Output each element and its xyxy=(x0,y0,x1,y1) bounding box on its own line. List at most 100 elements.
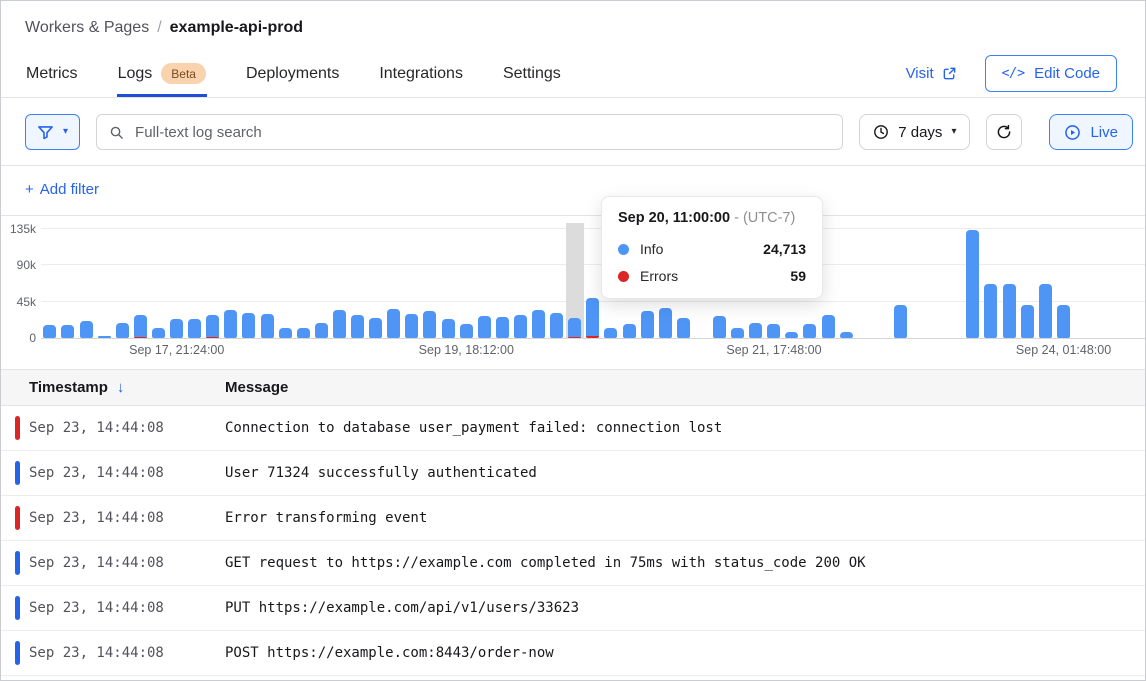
breadcrumb-separator: / xyxy=(157,19,161,37)
chart-bar[interactable] xyxy=(206,315,219,338)
chart-bar[interactable] xyxy=(351,315,364,338)
chart-bar[interactable] xyxy=(623,324,636,338)
chart-bar[interactable] xyxy=(1057,305,1070,338)
tooltip-timestamp: Sep 20, 11:00:00 xyxy=(618,210,730,226)
tab-deployments[interactable]: Deployments xyxy=(245,50,340,97)
log-timestamp: Sep 23, 14:44:08 xyxy=(29,420,225,436)
log-table-row[interactable]: Sep 23, 14:44:08PUT https://example.com/… xyxy=(1,586,1145,631)
breadcrumb-section[interactable]: Workers & Pages xyxy=(25,19,149,37)
tab-metrics[interactable]: Metrics xyxy=(25,50,79,97)
chart-bar[interactable] xyxy=(61,325,74,338)
chart-bar[interactable] xyxy=(460,324,473,338)
chart-bar-error-segment xyxy=(134,337,147,339)
beta-badge: Beta xyxy=(161,63,206,84)
chevron-down-icon: ▾ xyxy=(951,127,956,137)
chart-bar[interactable] xyxy=(333,310,346,338)
sort-descending-icon[interactable]: ↓ xyxy=(117,379,125,396)
visit-link[interactable]: Visit xyxy=(906,65,957,82)
filter-menu-button[interactable]: ▾ xyxy=(25,114,80,150)
chart-bar[interactable] xyxy=(43,325,56,338)
chart-bar[interactable] xyxy=(966,230,979,338)
chart-bar[interactable] xyxy=(731,328,744,338)
chart-bar[interactable] xyxy=(586,298,599,338)
add-filter-button[interactable]: + Add filter xyxy=(25,181,99,198)
play-circle-icon xyxy=(1064,124,1081,141)
chart-bar[interactable] xyxy=(297,328,310,338)
column-header-timestamp[interactable]: Timestamp ↓ xyxy=(1,379,225,396)
chart-bar[interactable] xyxy=(767,324,780,339)
visit-label: Visit xyxy=(906,65,934,82)
log-message: Connection to database user_payment fail… xyxy=(225,420,722,436)
chart-bar[interactable] xyxy=(170,319,183,338)
chart-bar[interactable] xyxy=(677,318,690,338)
chart-bar[interactable] xyxy=(478,316,491,338)
chart-bar[interactable] xyxy=(496,317,509,338)
chart-bar[interactable] xyxy=(188,319,201,338)
chart-bar[interactable] xyxy=(1003,284,1016,338)
log-table-row[interactable]: Sep 23, 14:44:08User 71324 successfully … xyxy=(1,451,1145,496)
chart-bar[interactable] xyxy=(242,313,255,338)
chart-bar[interactable] xyxy=(749,323,762,338)
code-icon: </> xyxy=(1002,66,1025,81)
search-input[interactable] xyxy=(133,123,830,142)
chart-bar[interactable] xyxy=(405,314,418,338)
chart-bar[interactable] xyxy=(785,332,798,338)
severity-indicator-info xyxy=(15,596,20,620)
chart-bar[interactable] xyxy=(98,336,111,338)
chart-bar[interactable] xyxy=(152,328,165,338)
chart-bar[interactable] xyxy=(224,310,237,338)
chart-bar[interactable] xyxy=(984,284,997,338)
chart-bar[interactable] xyxy=(713,316,726,338)
y-axis-label: 45k xyxy=(2,295,36,309)
tooltip-series-label: Info xyxy=(640,241,663,257)
time-range-dropdown[interactable]: 7 days ▾ xyxy=(859,114,970,150)
log-table-row[interactable]: Sep 23, 14:44:08GET request to https://e… xyxy=(1,541,1145,586)
tab-logs[interactable]: LogsBeta xyxy=(117,50,207,97)
log-timestamp: Sep 23, 14:44:08 xyxy=(29,510,225,526)
chart-bar[interactable] xyxy=(532,310,545,338)
chart-bar[interactable] xyxy=(1039,284,1052,338)
chart-bar[interactable] xyxy=(261,314,274,338)
log-table-row[interactable]: Sep 23, 14:44:08Connection to database u… xyxy=(1,406,1145,451)
tooltip-series-value: 24,713 xyxy=(763,241,806,257)
top-actions: Visit </> Edit Code xyxy=(906,50,1117,97)
chart-bar[interactable] xyxy=(604,328,617,338)
chart-bar[interactable] xyxy=(803,324,816,338)
live-button[interactable]: Live xyxy=(1049,114,1133,150)
log-table-row[interactable]: Sep 23, 14:44:08POST https://example.com… xyxy=(1,631,1145,676)
log-timestamp: Sep 23, 14:44:08 xyxy=(29,465,225,481)
tooltip-row: Errors59 xyxy=(618,268,806,284)
chart-bar[interactable] xyxy=(894,305,907,338)
log-table-row[interactable]: Sep 23, 14:44:08Error transforming event xyxy=(1,496,1145,541)
chart-plot-area: 045k90k135k xyxy=(41,230,1145,339)
log-timestamp: Sep 23, 14:44:08 xyxy=(29,645,225,661)
tab-integrations[interactable]: Integrations xyxy=(378,50,464,97)
tab-settings[interactable]: Settings xyxy=(502,50,562,97)
chart-bar[interactable] xyxy=(822,315,835,338)
severity-indicator-error xyxy=(15,506,20,530)
chart-bar[interactable] xyxy=(840,332,853,338)
chart-bar[interactable] xyxy=(134,315,147,338)
chart-bar[interactable] xyxy=(315,323,328,338)
chart-bar[interactable] xyxy=(568,318,581,338)
chart-x-axis: Sep 17, 21:24:00Sep 19, 18:12:00Sep 21, … xyxy=(41,339,1145,369)
chart-bar[interactable] xyxy=(279,328,292,338)
chart-bar[interactable] xyxy=(369,318,382,338)
y-axis-label: 135k xyxy=(2,222,36,236)
chart-bar[interactable] xyxy=(659,308,672,338)
chart-bar[interactable] xyxy=(550,313,563,338)
chart-bar[interactable] xyxy=(514,315,527,338)
chart-bar[interactable] xyxy=(80,321,93,338)
chart-bar[interactable] xyxy=(442,319,455,338)
edit-code-button[interactable]: </> Edit Code xyxy=(985,55,1117,92)
x-axis-tick-label: Sep 19, 18:12:00 xyxy=(419,343,514,357)
chart-bar[interactable] xyxy=(423,311,436,338)
refresh-button[interactable] xyxy=(986,114,1022,150)
search-box[interactable] xyxy=(96,114,843,150)
chart-bar[interactable] xyxy=(1021,305,1034,338)
chart-bar[interactable] xyxy=(641,311,654,338)
column-header-message[interactable]: Message xyxy=(225,379,288,396)
chart-bar[interactable] xyxy=(116,323,129,338)
chart-bar[interactable] xyxy=(387,309,400,338)
funnel-icon xyxy=(37,124,54,141)
